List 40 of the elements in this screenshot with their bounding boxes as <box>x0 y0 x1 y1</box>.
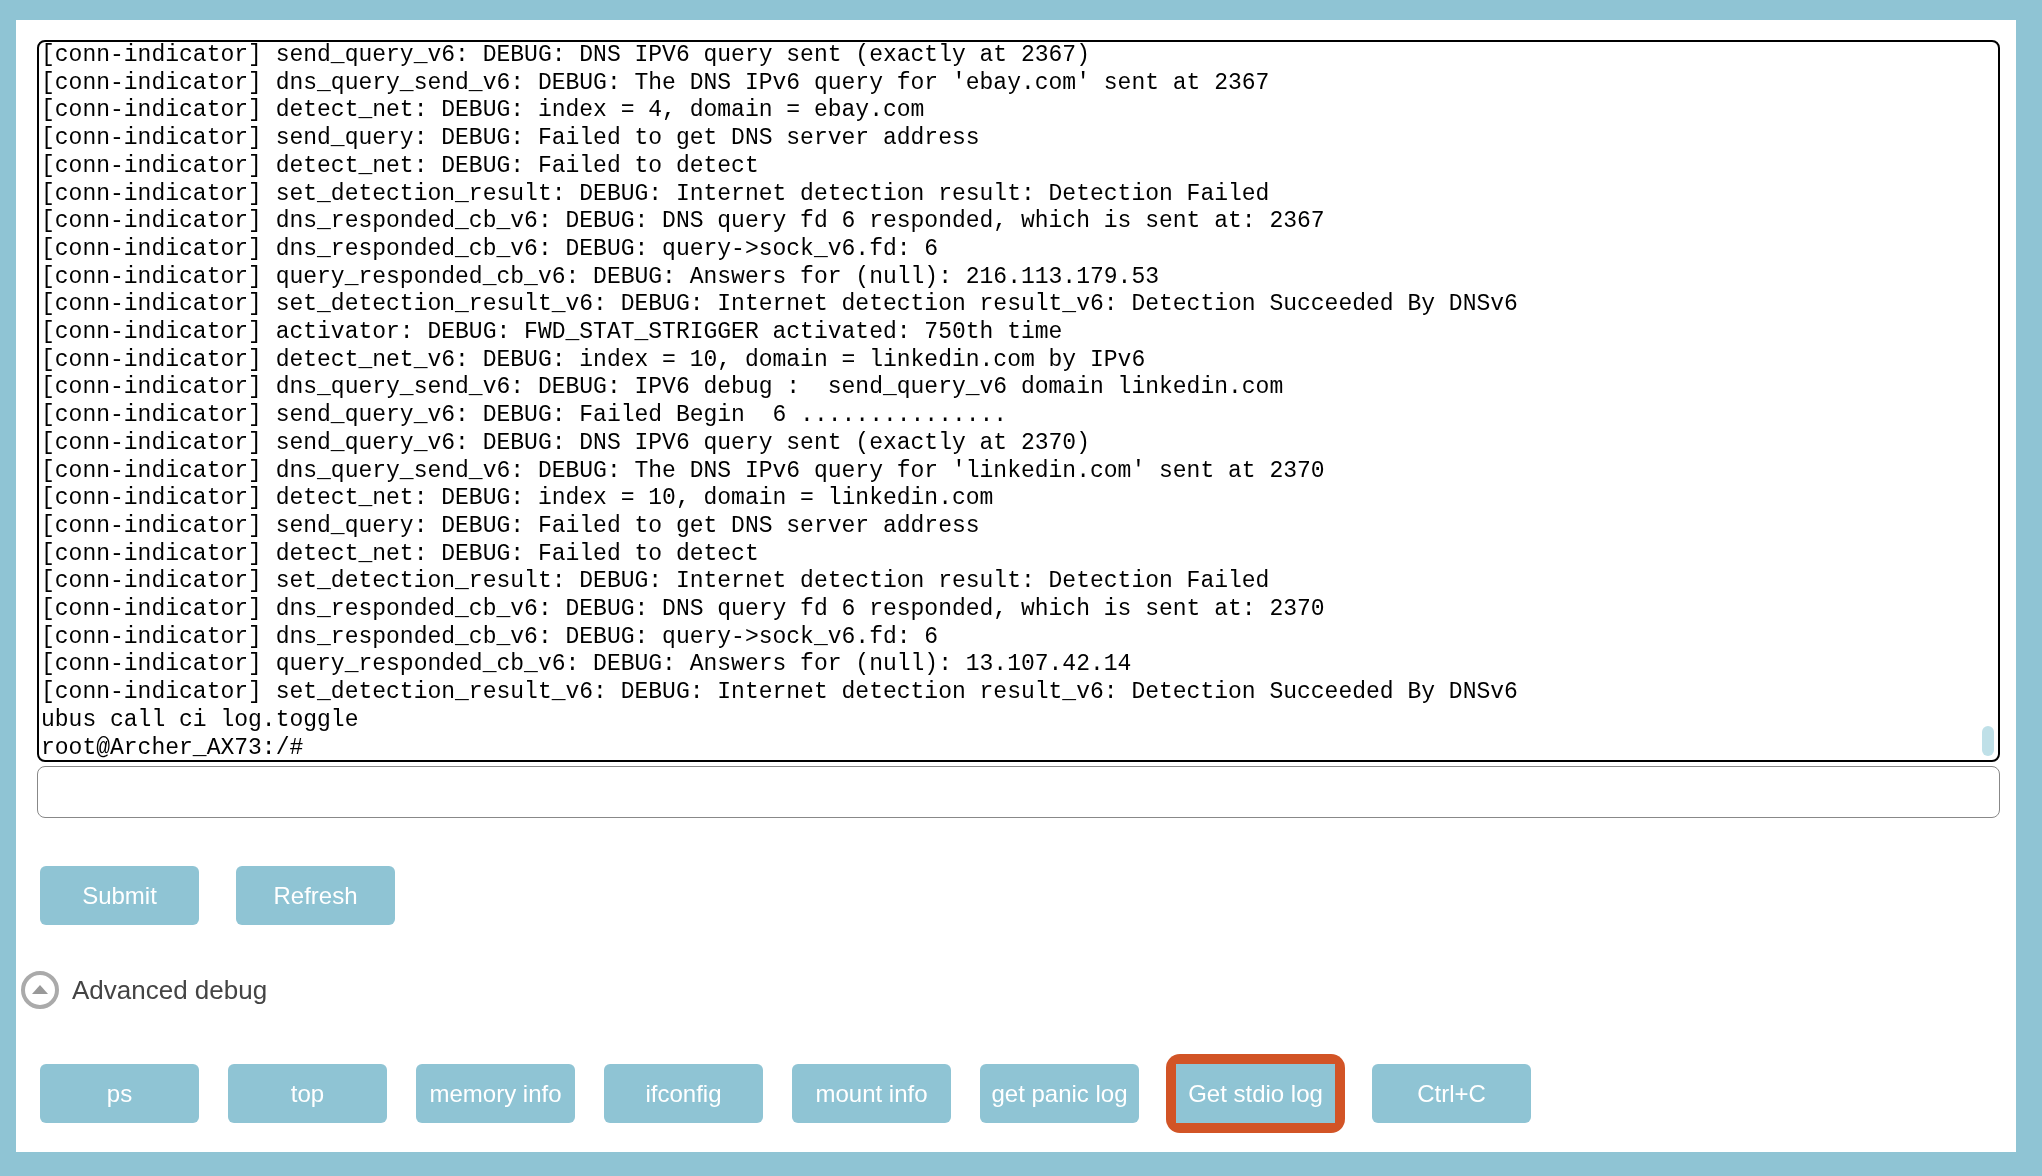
debug-button[interactable]: Ctrl+C <box>1372 1064 1531 1123</box>
debug-button[interactable]: mount info <box>792 1064 951 1123</box>
command-button[interactable]: Submit <box>40 866 199 925</box>
log-line: [conn-indicator] send_query_v6: DEBUG: DNS IPV6 query sent (exactly at 2370) <box>41 429 1090 458</box>
debug-button[interactable]: top <box>228 1064 387 1123</box>
log-line: [conn-indicator] detect_net_v6: DEBUG: index = 10, domain = linkedin.com by IPv6 <box>41 346 1146 375</box>
log-line: [conn-indicator] set_detection_result_v6: DEBUG: Internet detection result_v6: Detection Succeeded By DNSv6 <box>41 679 1518 707</box>
log-line: [conn-indicator] set_detection_result: DEBUG: Internet detection result: Detection Failed <box>41 180 1270 209</box>
log-line: [conn-indicator] send_query_v6: DEBUG: DNS IPV6 query sent (exactly at 2367) <box>41 42 1090 70</box>
debug-button[interactable]: ifconfig <box>604 1064 763 1123</box>
log-line: [conn-indicator] query_responded_cb_v6: DEBUG: Answers for (null): 216.113.179.53 <box>41 263 1159 292</box>
log-line: ubus call ci log.toggle <box>41 706 359 735</box>
log-line: [conn-indicator] set_detection_result: DEBUG: Internet detection result: Detection Failed <box>41 568 1270 597</box>
log-line: [conn-indicator] dns_responded_cb_v6: DEBUG: query->sock_v6.fd: 6 <box>41 623 939 652</box>
log-line: root@Archer_AX73:/# <box>41 734 304 760</box>
log-line: [conn-indicator] send_query: DEBUG: Failed to get DNS server address <box>41 512 980 541</box>
log-line: [conn-indicator] detect_net: DEBUG: Failed to detect <box>41 152 759 181</box>
log-line: [conn-indicator] activator: DEBUG: FWD_STAT_STRIGGER activated: 750th time <box>41 319 1063 347</box>
log-line: [conn-indicator] dns_query_send_v6: DEBUG: The DNS IPv6 query for 'linkedin.com' sent at 2370 <box>41 457 1325 486</box>
scrollbar-thumb[interactable] <box>1982 726 1994 756</box>
log-line: [conn-indicator] set_detection_result_v6: DEBUG: Internet detection result_v6: Detection Succeeded By DNSv6 <box>41 291 1518 320</box>
debug-button[interactable]: get panic log <box>980 1064 1139 1123</box>
log-line: [conn-indicator] send_query: DEBUG: Failed to get DNS server address <box>41 125 980 153</box>
command-button[interactable]: Refresh <box>236 866 395 925</box>
log-line: [conn-indicator] detect_net: DEBUG: Failed to detect <box>41 540 759 569</box>
log-line: [conn-indicator] dns_responded_cb_v6: DEBUG: query->sock_v6.fd: 6 <box>41 235 939 264</box>
log-line: [conn-indicator] dns_query_send_v6: DEBUG: IPV6 debug : send_query_v6 domain linkedin.com <box>41 374 1284 403</box>
log-line: [conn-indicator] send_query_v6: DEBUG: Failed Begin 6 ............... <box>41 402 1008 430</box>
log-line: [conn-indicator] dns_responded_cb_v6: DEBUG: DNS query fd 6 responded, which is sent at: 2367 <box>41 208 1325 236</box>
debug-button[interactable]: memory info <box>416 1064 575 1123</box>
log-line: [conn-indicator] detect_net: DEBUG: index = 10, domain = linkedin.com <box>41 485 994 513</box>
log-line: [conn-indicator] dns_query_send_v6: DEBUG: The DNS IPv6 query for 'ebay.com' sent at 2367 <box>41 69 1270 98</box>
debug-button[interactable]: ps <box>40 1064 199 1123</box>
section-title: Advanced debug <box>72 973 268 1007</box>
collapse-icon[interactable] <box>20 970 60 1010</box>
log-line: [conn-indicator] query_responded_cb_v6: DEBUG: Answers for (null): 13.107.42.14 <box>41 651 1132 680</box>
command-input-field[interactable] <box>37 766 2000 818</box>
debug-button[interactable]: Get stdio log <box>1176 1064 1335 1123</box>
log-line: [conn-indicator] dns_responded_cb_v6: DEBUG: DNS query fd 6 responded, which is sent at: 2370 <box>41 596 1325 624</box>
log-line: [conn-indicator] detect_net: DEBUG: index = 4, domain = ebay.com <box>41 97 925 126</box>
